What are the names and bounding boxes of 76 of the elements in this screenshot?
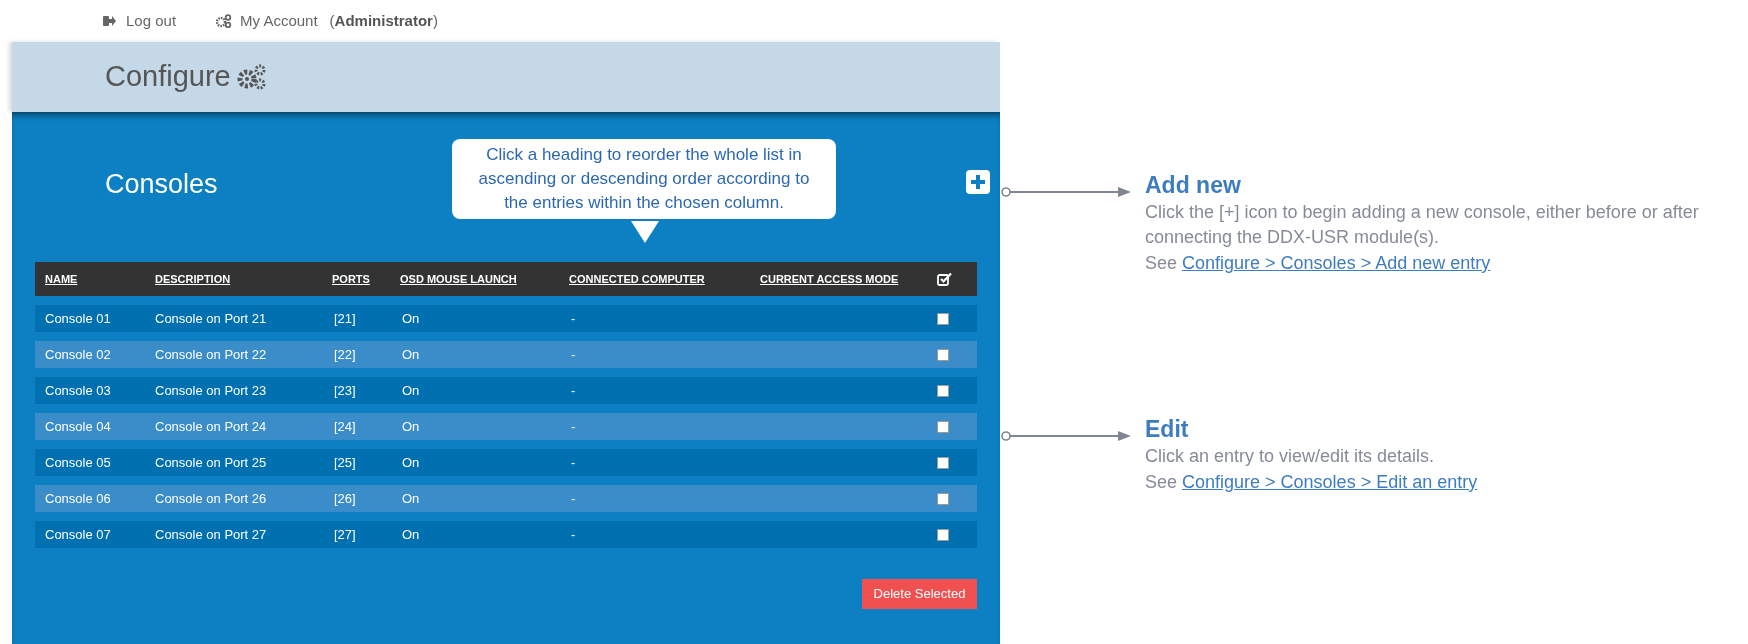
logout-link[interactable]: Log out — [103, 9, 177, 33]
table-row[interactable]: Console 01 Console on Port 21 [21] On - — [35, 305, 977, 332]
delete-selected-button[interactable]: Delete Selected — [862, 579, 977, 609]
column-heading[interactable]: CONNECTED COMPUTER — [569, 272, 705, 285]
table-cell: Console on Port 26 — [155, 490, 267, 506]
table-cell: Console on Port 24 — [155, 418, 267, 434]
table-cell: Console 07 — [45, 526, 111, 542]
annotation-text: Click an entry to view/edit its details. — [1145, 445, 1436, 468]
table-row[interactable]: Console 05 Console on Port 25 [25] On - — [35, 449, 977, 476]
gears-icon — [216, 14, 233, 28]
column-heading[interactable]: PORTS — [332, 272, 370, 285]
table-row[interactable]: Console 02 Console on Port 22 [22] On - — [35, 341, 977, 368]
table-row[interactable]: Console 04 Console on Port 24 [24] On - — [35, 413, 977, 440]
row-checkbox[interactable] — [937, 420, 949, 433]
table-cell: On — [402, 310, 420, 326]
account-role: (Administrator) — [329, 10, 438, 31]
table-cell: - — [571, 418, 576, 434]
table-cell: On — [402, 490, 420, 506]
table-cell: [21] — [334, 310, 356, 326]
plus-icon — [970, 174, 986, 190]
column-heading[interactable]: NAME — [45, 272, 78, 285]
table-cell: On — [402, 526, 420, 542]
table-cell: Console on Port 27 — [155, 526, 267, 542]
table-cell: Console on Port 23 — [155, 382, 267, 398]
my-account-link[interactable]: My Account — [240, 9, 318, 33]
table-cell: [23] — [334, 382, 356, 398]
table-cell: - — [571, 490, 576, 506]
table-cell: Console on Port 21 — [155, 310, 267, 326]
column-heading[interactable]: DESCRIPTION — [155, 272, 231, 285]
table-cell: Console 03 — [45, 382, 111, 398]
table-cell: [22] — [334, 346, 356, 362]
table-row[interactable]: Console 06 Console on Port 26 [26] On - — [35, 485, 977, 512]
add-button[interactable] — [966, 170, 990, 194]
table-cell: - — [571, 526, 576, 542]
see-label: See — [1145, 252, 1178, 275]
table-cell: - — [571, 310, 576, 326]
row-checkbox[interactable] — [937, 348, 949, 361]
table-cell: [26] — [334, 490, 356, 506]
table-cell: - — [571, 382, 576, 398]
reference-link[interactable]: Configure > Consoles > Add new entry — [1182, 250, 1491, 276]
page-title: Configure — [105, 59, 231, 95]
table-cell: Console 05 — [45, 454, 111, 470]
panel-title: Consoles — [105, 168, 218, 201]
table-cell: - — [571, 346, 576, 362]
row-checkbox[interactable] — [937, 384, 949, 397]
annotation-title: Add new — [1145, 171, 1242, 200]
annotation-title: Edit — [1145, 415, 1190, 444]
table-cell: Console 06 — [45, 490, 111, 506]
logout-icon — [103, 15, 116, 27]
table-cell: - — [571, 454, 576, 470]
table-cell: [27] — [334, 526, 356, 542]
table-cell: [25] — [334, 454, 356, 470]
row-checkbox[interactable] — [937, 528, 949, 541]
table-cell: On — [402, 454, 420, 470]
table-cell: On — [402, 382, 420, 398]
column-heading[interactable]: OSD MOUSE LAUNCH — [400, 272, 517, 285]
gears-icon — [236, 63, 267, 91]
row-checkbox[interactable] — [937, 492, 949, 505]
select-all-checkbox-icon[interactable] — [937, 272, 952, 286]
annotation-text: Click the [+] icon to begin adding a new console, either before or after connecting the DDX-USR module(s). — [1145, 201, 1700, 249]
table-cell: On — [402, 346, 420, 362]
reference-link[interactable]: Configure > Consoles > Edit an entry — [1182, 469, 1478, 495]
row-checkbox[interactable] — [937, 312, 949, 325]
table-cell: Console on Port 25 — [155, 454, 267, 470]
column-heading[interactable]: CURRENT ACCESS MODE — [760, 272, 899, 285]
table-cell: Console on Port 22 — [155, 346, 267, 362]
row-checkbox[interactable] — [937, 456, 949, 469]
table-cell: Console 02 — [45, 346, 111, 362]
tooltip: Click a heading to reorder the whole list in ascending or descending order according to the entries within the chosen column. — [452, 139, 836, 219]
table-cell: On — [402, 418, 420, 434]
table-row[interactable]: Console 07 Console on Port 27 [27] On - — [35, 521, 977, 548]
table-cell: Console 01 — [45, 310, 111, 326]
table-cell: [24] — [334, 418, 356, 434]
table-cell: Console 04 — [45, 418, 111, 434]
table-row[interactable]: Console 03 Console on Port 23 [23] On - — [35, 377, 977, 404]
see-label: See — [1145, 471, 1178, 494]
